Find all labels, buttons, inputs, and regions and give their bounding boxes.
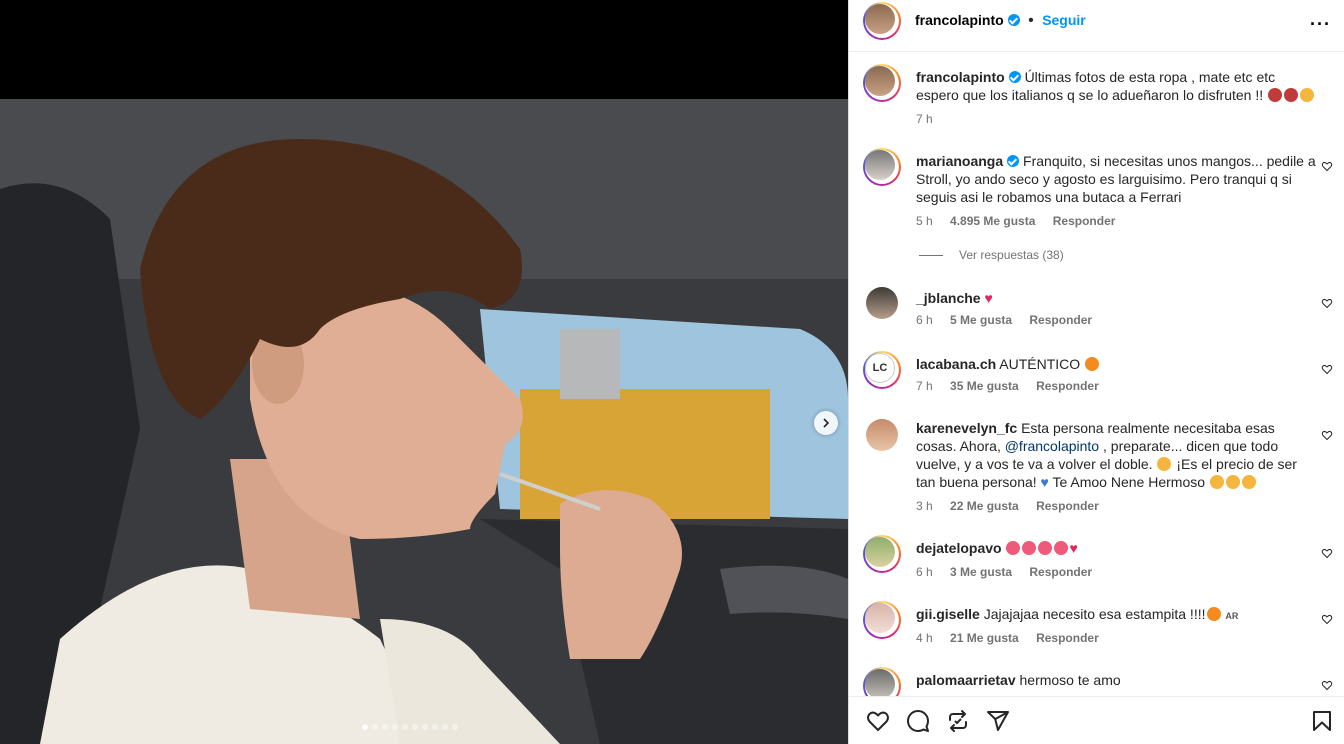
- emoji-icon: [1038, 541, 1053, 555]
- comment-time: 7 h: [916, 379, 933, 393]
- view-replies-button[interactable]: Ver respuestas (38): [919, 248, 1064, 262]
- like-heart-icon[interactable]: [866, 709, 890, 733]
- share-icon[interactable]: [986, 709, 1010, 733]
- fire-emoji-icon: [1206, 607, 1221, 621]
- blue-heart-emoji-icon: ♥: [1040, 474, 1049, 490]
- post-header: francolapinto • Seguir ···: [849, 0, 1344, 52]
- slide-dot: [382, 724, 388, 730]
- heart-icon[interactable]: [1321, 363, 1333, 375]
- slide-dot: [372, 724, 378, 730]
- avatar-logo: LC: [865, 353, 895, 383]
- reply-button[interactable]: Responder: [1036, 379, 1099, 393]
- heart-icon[interactable]: [1321, 547, 1333, 559]
- emoji-icon: [1022, 541, 1037, 555]
- comment-time: 6 h: [916, 565, 933, 579]
- comment-time: 3 h: [916, 499, 933, 513]
- next-slide-button[interactable]: [814, 411, 838, 435]
- post-side-panel: francolapinto • Seguir ··· francolapinto…: [848, 0, 1344, 744]
- comment-text: hermoso te amo: [1019, 672, 1121, 688]
- comment-username[interactable]: palomaarrietav: [916, 672, 1016, 688]
- reply-button[interactable]: Responder: [1036, 631, 1099, 645]
- post-actions-bar: [849, 696, 1344, 744]
- caption-username[interactable]: francolapinto: [916, 69, 1005, 85]
- emoji-icon: [1241, 475, 1256, 489]
- comment-username[interactable]: gii.giselle: [916, 606, 980, 622]
- emoji-icon: [1284, 88, 1299, 102]
- slide-indicator: [362, 724, 458, 730]
- verified-icon: [1008, 71, 1021, 83]
- comment-likes[interactable]: 5 Me gusta: [950, 313, 1012, 327]
- comment-username[interactable]: karenevelyn_fc: [916, 420, 1017, 436]
- comment-time: 6 h: [916, 313, 933, 327]
- commenter-avatar[interactable]: [866, 419, 898, 451]
- comment-time: 5 h: [916, 214, 933, 228]
- heart-icon[interactable]: [1321, 613, 1333, 625]
- commenter-avatar[interactable]: [866, 287, 898, 319]
- comment-username[interactable]: marianoanga: [916, 153, 1003, 169]
- comment-text: AUTÉNTICO: [999, 356, 1081, 372]
- slide-dot: [432, 724, 438, 730]
- author-username[interactable]: francolapinto: [915, 12, 1004, 28]
- post-photo[interactable]: [0, 99, 848, 744]
- heart-icon[interactable]: [1321, 679, 1333, 691]
- reply-button[interactable]: Responder: [1053, 214, 1116, 228]
- emoji-icon: [1300, 88, 1315, 102]
- emoji-icon: [1006, 541, 1021, 555]
- emoji-icon: [1225, 475, 1240, 489]
- chevron-right-icon: [823, 418, 830, 428]
- more-options-button[interactable]: ···: [1310, 14, 1331, 35]
- slide-dot: [452, 724, 458, 730]
- post-media: [0, 0, 848, 744]
- emoji-icon: [1209, 475, 1224, 489]
- slide-dot: [412, 724, 418, 730]
- comment-likes[interactable]: 22 Me gusta: [950, 499, 1019, 513]
- heart-icon[interactable]: [1321, 429, 1333, 441]
- comment-time: 4 h: [916, 631, 933, 645]
- commenter-avatar[interactable]: [863, 667, 901, 696]
- slide-dot: [402, 724, 408, 730]
- bookmark-icon[interactable]: [1310, 709, 1334, 733]
- follow-button[interactable]: Seguir: [1042, 12, 1086, 28]
- commenter-avatar[interactable]: LC: [863, 351, 901, 389]
- mention-link[interactable]: @francolapinto: [1005, 438, 1099, 454]
- heart-icon[interactable]: [1321, 297, 1333, 309]
- flag-badge: AR: [1225, 611, 1239, 621]
- comment-username[interactable]: _jblanche: [916, 290, 981, 306]
- heart-icon[interactable]: [1321, 160, 1333, 172]
- author-avatar[interactable]: [863, 64, 901, 102]
- reply-button[interactable]: Responder: [1029, 565, 1092, 579]
- author-avatar[interactable]: [863, 2, 901, 40]
- comment-username[interactable]: lacabana.ch: [916, 356, 996, 372]
- slide-dot: [392, 724, 398, 730]
- comment-icon[interactable]: [906, 709, 930, 733]
- slide-dot: [362, 724, 368, 730]
- verified-icon: [1007, 155, 1020, 167]
- slide-dot: [442, 724, 448, 730]
- emoji-icon: [1268, 88, 1283, 102]
- comment-likes[interactable]: 3 Me gusta: [950, 565, 1012, 579]
- heart-emoji-icon: ♥: [984, 290, 993, 306]
- photo-illustration: [0, 99, 848, 744]
- comment-text: Jajajajaa necesito esa estampita !!!!: [983, 606, 1206, 622]
- reply-button[interactable]: Responder: [1036, 499, 1099, 513]
- comment-likes[interactable]: 35 Me gusta: [950, 379, 1019, 393]
- reply-button[interactable]: Responder: [1029, 313, 1092, 327]
- commenter-avatar[interactable]: [863, 535, 901, 573]
- heart-emoji-icon: ♥: [1069, 540, 1078, 556]
- verified-icon: [1007, 14, 1020, 26]
- commenter-avatar[interactable]: [863, 601, 901, 639]
- repost-icon[interactable]: [946, 709, 970, 733]
- caption-time: 7 h: [916, 112, 933, 126]
- comments-list: francolapinto Últimas fotos de esta ropa…: [849, 52, 1344, 696]
- comment-username[interactable]: dejatelopavo: [916, 540, 1002, 556]
- comment-likes[interactable]: 21 Me gusta: [950, 631, 1019, 645]
- comment-text: Te Amoo Nene Hermoso: [1048, 474, 1206, 490]
- emoji-icon: [1054, 541, 1069, 555]
- slide-dot: [422, 724, 428, 730]
- emoji-icon: [1157, 457, 1172, 471]
- commenter-avatar[interactable]: [863, 148, 901, 186]
- comment-likes[interactable]: 4.895 Me gusta: [950, 214, 1035, 228]
- fire-emoji-icon: [1085, 357, 1100, 371]
